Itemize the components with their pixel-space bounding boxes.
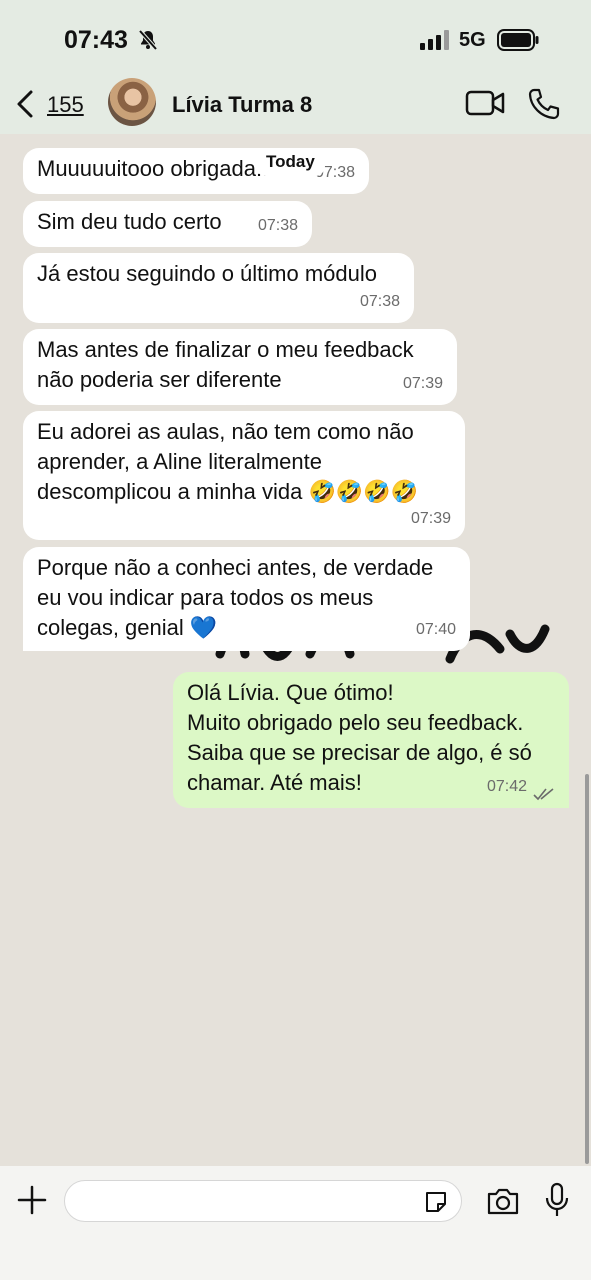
message-bubble-outgoing[interactable]: Olá Lívia. Que ótimo! Muito obrigado pel…	[173, 672, 569, 808]
message-time: 07:42	[486, 778, 527, 795]
message-bubble[interactable]: Porque não a conheci antes, de verdade e…	[23, 547, 470, 651]
sticker-icon[interactable]	[423, 1189, 449, 1215]
message-text: Mas antes de finalizar o meu feedback nã…	[37, 337, 414, 392]
double-check-icon	[533, 788, 554, 801]
message-text: Olá Lívia. Que ótimo! Muito obrigado pel…	[187, 680, 532, 795]
status-time: 07:43	[64, 26, 128, 54]
message-time: 07:39	[410, 510, 451, 527]
message-time: 07:40	[415, 621, 456, 638]
battery-icon	[497, 29, 539, 51]
avatar[interactable]	[108, 78, 156, 126]
plus-icon[interactable]	[16, 1184, 48, 1216]
message-input[interactable]	[64, 1180, 462, 1222]
message-text: Porque não a conheci antes, de verdade e…	[37, 555, 434, 640]
message-bubble[interactable]: Sim deu tudo certo 07:38	[23, 201, 312, 247]
back-unread-count[interactable]: 155	[47, 92, 84, 118]
signal-bars-icon	[420, 30, 449, 50]
microphone-icon[interactable]	[544, 1182, 570, 1218]
video-camera-icon[interactable]	[465, 88, 505, 118]
message-text: Muuuuuitooo obrigada!!!	[37, 156, 275, 181]
message-bubble[interactable]: Eu adorei as aulas, não tem como não apr…	[23, 411, 465, 540]
camera-icon[interactable]	[486, 1186, 520, 1216]
message-time: 07:38	[257, 217, 298, 234]
scrollbar[interactable]	[585, 774, 589, 1164]
message-text: Sim deu tudo certo	[37, 209, 222, 234]
network-type: 5G	[459, 29, 486, 51]
message-time: 07:39	[402, 375, 443, 392]
status-bar: 07:43 5G	[0, 0, 591, 78]
message-bubble[interactable]: Mas antes de finalizar o meu feedback nã…	[23, 329, 457, 405]
phone-icon[interactable]	[527, 87, 561, 121]
chevron-left-icon[interactable]	[14, 88, 38, 120]
bell-slash-icon	[138, 29, 158, 51]
chat-header: 155 Lívia Turma 8	[0, 78, 591, 134]
message-composer	[0, 1166, 591, 1280]
date-divider: Today	[256, 148, 325, 176]
message-bubble[interactable]: Já estou seguindo o último módulo 07:38	[23, 253, 414, 323]
message-time: 07:38	[359, 293, 400, 310]
message-text: Eu adorei as aulas, não tem como não apr…	[37, 419, 419, 504]
contact-name[interactable]: Lívia Turma 8	[172, 92, 312, 118]
message-text: Já estou seguindo o último módulo	[37, 261, 377, 286]
chat-area: Muuuuuitooo obrigada!!! 07:38 Today Sim …	[0, 134, 591, 1166]
